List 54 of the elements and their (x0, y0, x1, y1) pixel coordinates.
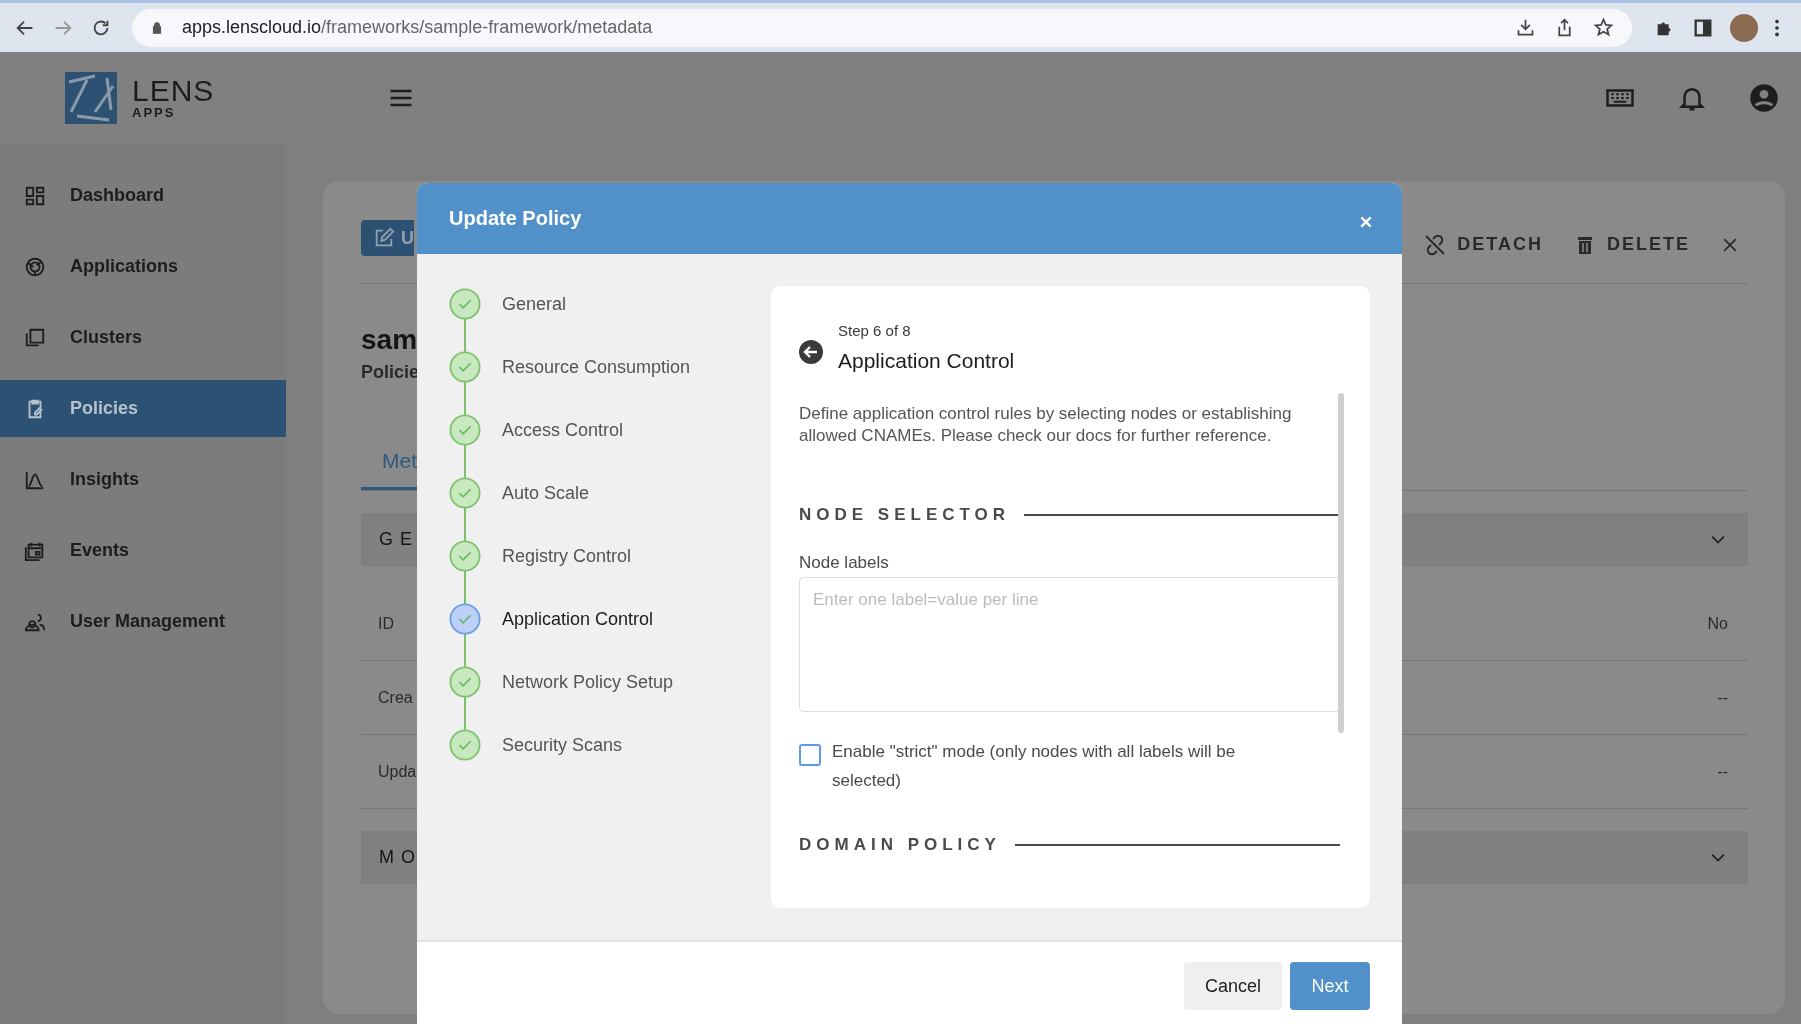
logo-name: LENS (132, 76, 215, 106)
field-label: ID (378, 614, 394, 633)
strict-mode-checkbox[interactable] (799, 744, 821, 766)
stacked-squares-icon (24, 326, 46, 349)
section-title: GE (379, 529, 419, 550)
checkbox-label: Enable "strict" mode (only nodes with all labels will be selected) (832, 741, 1237, 792)
step-label[interactable]: Auto Scale (502, 483, 590, 504)
field-value: -- (1717, 688, 1728, 707)
step-title: Application Control (838, 349, 1015, 373)
grid-icon (24, 184, 46, 207)
step-label[interactable]: Network Policy Setup (502, 672, 674, 693)
url-text: apps.lenscloud.io/frameworks/sample-framework/metadata (182, 17, 653, 38)
lock-icon (150, 20, 164, 35)
page-title: sam (361, 324, 418, 356)
field-label: Node labels (799, 553, 890, 573)
step-label[interactable]: General (502, 294, 567, 315)
sidebar-item[interactable]: Dashboard (0, 167, 286, 224)
sidebar-item[interactable]: Events (0, 522, 286, 579)
delete-button[interactable]: DELETE (1573, 232, 1690, 257)
section-heading: DOMAIN POLICY (799, 835, 1001, 855)
section-title: MO (379, 847, 422, 868)
next-button[interactable]: Next (1290, 962, 1370, 1010)
update-button[interactable]: U (361, 220, 414, 256)
step-counter: Step 6 of 8 (838, 322, 912, 339)
address-bar[interactable]: apps.lenscloud.io/frameworks/sample-framework/metadata (132, 8, 1632, 47)
detach-button[interactable]: DETACH (1423, 232, 1543, 257)
edit-icon (373, 227, 395, 249)
step-label[interactable]: Resource Consumption (502, 357, 691, 378)
step-label[interactable]: Registry Control (502, 546, 632, 567)
logo-subtitle: APPS (132, 106, 177, 119)
step-description: Define application control rules by selecting nodes or establishing allowed CNAMEs. Please check our docs for further reference. (799, 403, 1293, 447)
sidebar-item[interactable]: Clusters (0, 309, 286, 366)
field-value: -- (1717, 762, 1728, 781)
account-icon[interactable] (1749, 82, 1779, 113)
download-icon[interactable] (1515, 17, 1536, 38)
cancel-button[interactable]: Cancel (1184, 962, 1282, 1010)
target-icon (24, 255, 46, 278)
sidebar-item[interactable]: Insights (0, 451, 286, 508)
star-icon[interactable] (1593, 17, 1614, 38)
step-label[interactable]: Application Control (502, 609, 654, 630)
avatar[interactable] (1730, 13, 1758, 42)
sidebar-item[interactable]: User Management (0, 593, 286, 650)
field-value: No (1707, 614, 1728, 633)
field-label: Crea (378, 688, 413, 707)
scrollbar[interactable] (1338, 393, 1344, 733)
step-label[interactable]: Security Scans (502, 735, 623, 756)
node-labels-field[interactable]: Enter one label=value per line (799, 577, 1340, 712)
sidebar-item[interactable]: Applications (0, 238, 286, 295)
sidebar-item[interactable]: Policies (0, 380, 286, 437)
field-label: Upda (378, 762, 417, 781)
dialog-title: Update Policy (449, 207, 583, 230)
step-label[interactable]: Access Control (502, 420, 624, 441)
section-heading: NODE SELECTOR (799, 505, 1011, 525)
page-subtitle: Policie (361, 362, 420, 383)
